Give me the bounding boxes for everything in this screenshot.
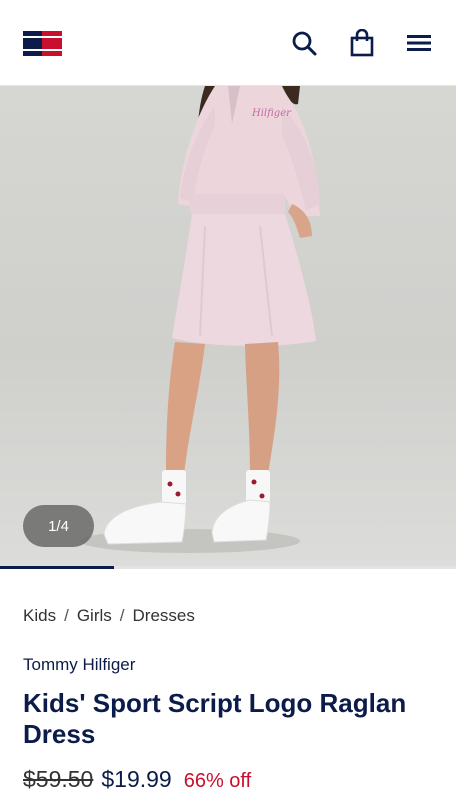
menu-icon[interactable] bbox=[404, 28, 434, 58]
gallery-progress-fill bbox=[0, 566, 114, 569]
breadcrumb-separator: / bbox=[119, 606, 125, 625]
product-brand[interactable]: Tommy Hilfiger bbox=[23, 655, 135, 675]
product-photo: Hilfiger bbox=[80, 86, 320, 553]
breadcrumb-kids[interactable]: Kids bbox=[23, 606, 56, 626]
site-header bbox=[0, 0, 456, 86]
brand-logo[interactable] bbox=[23, 31, 62, 56]
search-icon[interactable] bbox=[289, 28, 319, 58]
breadcrumb-separator: / bbox=[64, 606, 69, 625]
original-price: $59.50 bbox=[23, 766, 94, 792]
gallery-progress-track bbox=[0, 566, 456, 569]
sale-price: $19.99 bbox=[101, 766, 172, 792]
product-image[interactable]: Hilfiger 1/4 bbox=[0, 86, 456, 569]
price-row: $59.50 $19.99 66% off bbox=[23, 766, 251, 793]
breadcrumb-girls[interactable]: Girls bbox=[77, 606, 112, 626]
breadcrumb: Kids / Girls / Dresses bbox=[23, 606, 195, 626]
shopping-bag-icon[interactable] bbox=[347, 28, 377, 58]
svg-text:Hilfiger: Hilfiger bbox=[251, 108, 292, 119]
image-counter: 1/4 bbox=[23, 505, 94, 547]
product-title: Kids' Sport Script Logo Raglan Dress bbox=[23, 688, 407, 749]
breadcrumb-dresses[interactable]: Dresses bbox=[133, 606, 195, 626]
discount-badge: 66% off bbox=[183, 770, 252, 792]
